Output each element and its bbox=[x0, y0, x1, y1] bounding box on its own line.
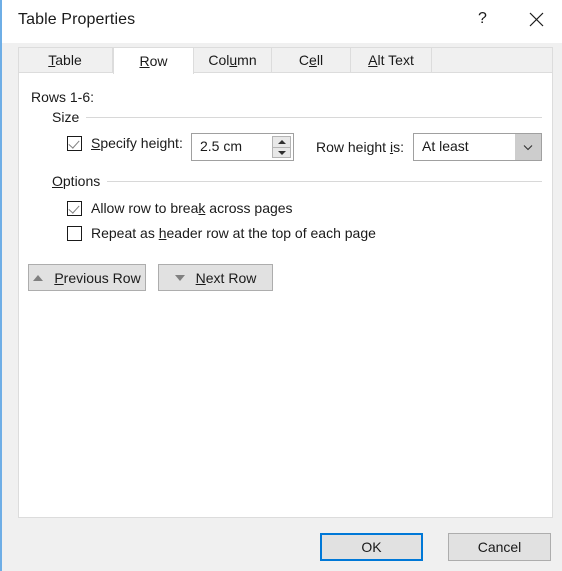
triangle-up-icon bbox=[33, 274, 44, 281]
tab-label: Table bbox=[48, 52, 82, 68]
spinner-up-button[interactable] bbox=[273, 137, 290, 148]
tab-cell[interactable]: Cell bbox=[272, 47, 351, 73]
row-height-mode-value: At least bbox=[422, 138, 469, 154]
chevron-down-icon bbox=[521, 140, 535, 154]
tab-label: Column bbox=[208, 52, 257, 68]
tab-row[interactable]: Row bbox=[113, 47, 194, 74]
height-spinner[interactable]: 2.5 cm bbox=[191, 133, 294, 161]
tab-label: Row bbox=[139, 53, 168, 69]
spinner-down-arrow-icon bbox=[277, 151, 286, 155]
options-group-label: Options bbox=[52, 173, 108, 189]
repeat-header-row-checkbox[interactable] bbox=[67, 225, 82, 241]
size-group-rule bbox=[52, 117, 542, 118]
previous-row-button[interactable]: Previous Row bbox=[28, 264, 146, 291]
height-spinner-buttons[interactable] bbox=[272, 136, 291, 158]
options-group-rule bbox=[52, 181, 542, 182]
height-value[interactable]: 2.5 cm bbox=[200, 138, 242, 154]
allow-row-break-checkbox-row[interactable]: Allow row to break across pages bbox=[67, 200, 293, 216]
specify-height-label: Specify height: bbox=[91, 135, 183, 151]
next-row-button[interactable]: Next Row bbox=[158, 264, 273, 291]
row-tab-panel: Rows 1-6: Size Specify height: 2.5 cm Ro… bbox=[18, 72, 553, 518]
next-row-label: Next Row bbox=[195, 269, 257, 286]
help-button[interactable]: ? bbox=[460, 3, 505, 35]
triangle-down-icon bbox=[174, 274, 185, 281]
row-height-is-dropdown[interactable]: At least bbox=[413, 133, 542, 161]
specify-height-checkbox-row[interactable]: Specify height: bbox=[67, 135, 183, 151]
allow-row-break-checkbox[interactable] bbox=[67, 200, 82, 216]
close-button[interactable] bbox=[514, 3, 559, 35]
spinner-down-button[interactable] bbox=[273, 148, 290, 158]
ok-button[interactable]: OK bbox=[320, 533, 423, 561]
question-mark-icon: ? bbox=[478, 10, 487, 27]
allow-row-break-label: Allow row to break across pages bbox=[91, 200, 293, 216]
tab-alt-text[interactable]: Alt Text bbox=[351, 47, 432, 73]
repeat-header-row-label: Repeat as header row at the top of each … bbox=[91, 225, 376, 241]
tab-table[interactable]: Table bbox=[18, 47, 113, 73]
row-height-is-label: Row height is: bbox=[316, 139, 404, 155]
previous-row-label: Previous Row bbox=[54, 269, 141, 286]
tab-label: Cell bbox=[298, 52, 324, 68]
specify-height-checkbox[interactable] bbox=[67, 135, 82, 151]
row-height-dropdown-button[interactable] bbox=[515, 134, 541, 160]
cancel-button[interactable]: Cancel bbox=[448, 533, 551, 561]
title-bar: Table Properties ? bbox=[2, 0, 562, 43]
tab-column[interactable]: Column bbox=[194, 47, 272, 73]
tab-strip: Table Row Column Cell Alt Text bbox=[18, 47, 553, 74]
tab-label: Alt Text bbox=[368, 52, 414, 68]
close-icon bbox=[529, 12, 544, 27]
rows-range-label: Rows 1-6: bbox=[31, 89, 95, 105]
repeat-header-row-checkbox-row[interactable]: Repeat as header row at the top of each … bbox=[67, 225, 376, 241]
size-group-label: Size bbox=[52, 109, 87, 125]
window-title: Table Properties bbox=[18, 11, 136, 28]
spinner-up-arrow-icon bbox=[277, 140, 286, 144]
table-properties-dialog: Table Properties ? Table Row Column Cell bbox=[0, 0, 562, 571]
